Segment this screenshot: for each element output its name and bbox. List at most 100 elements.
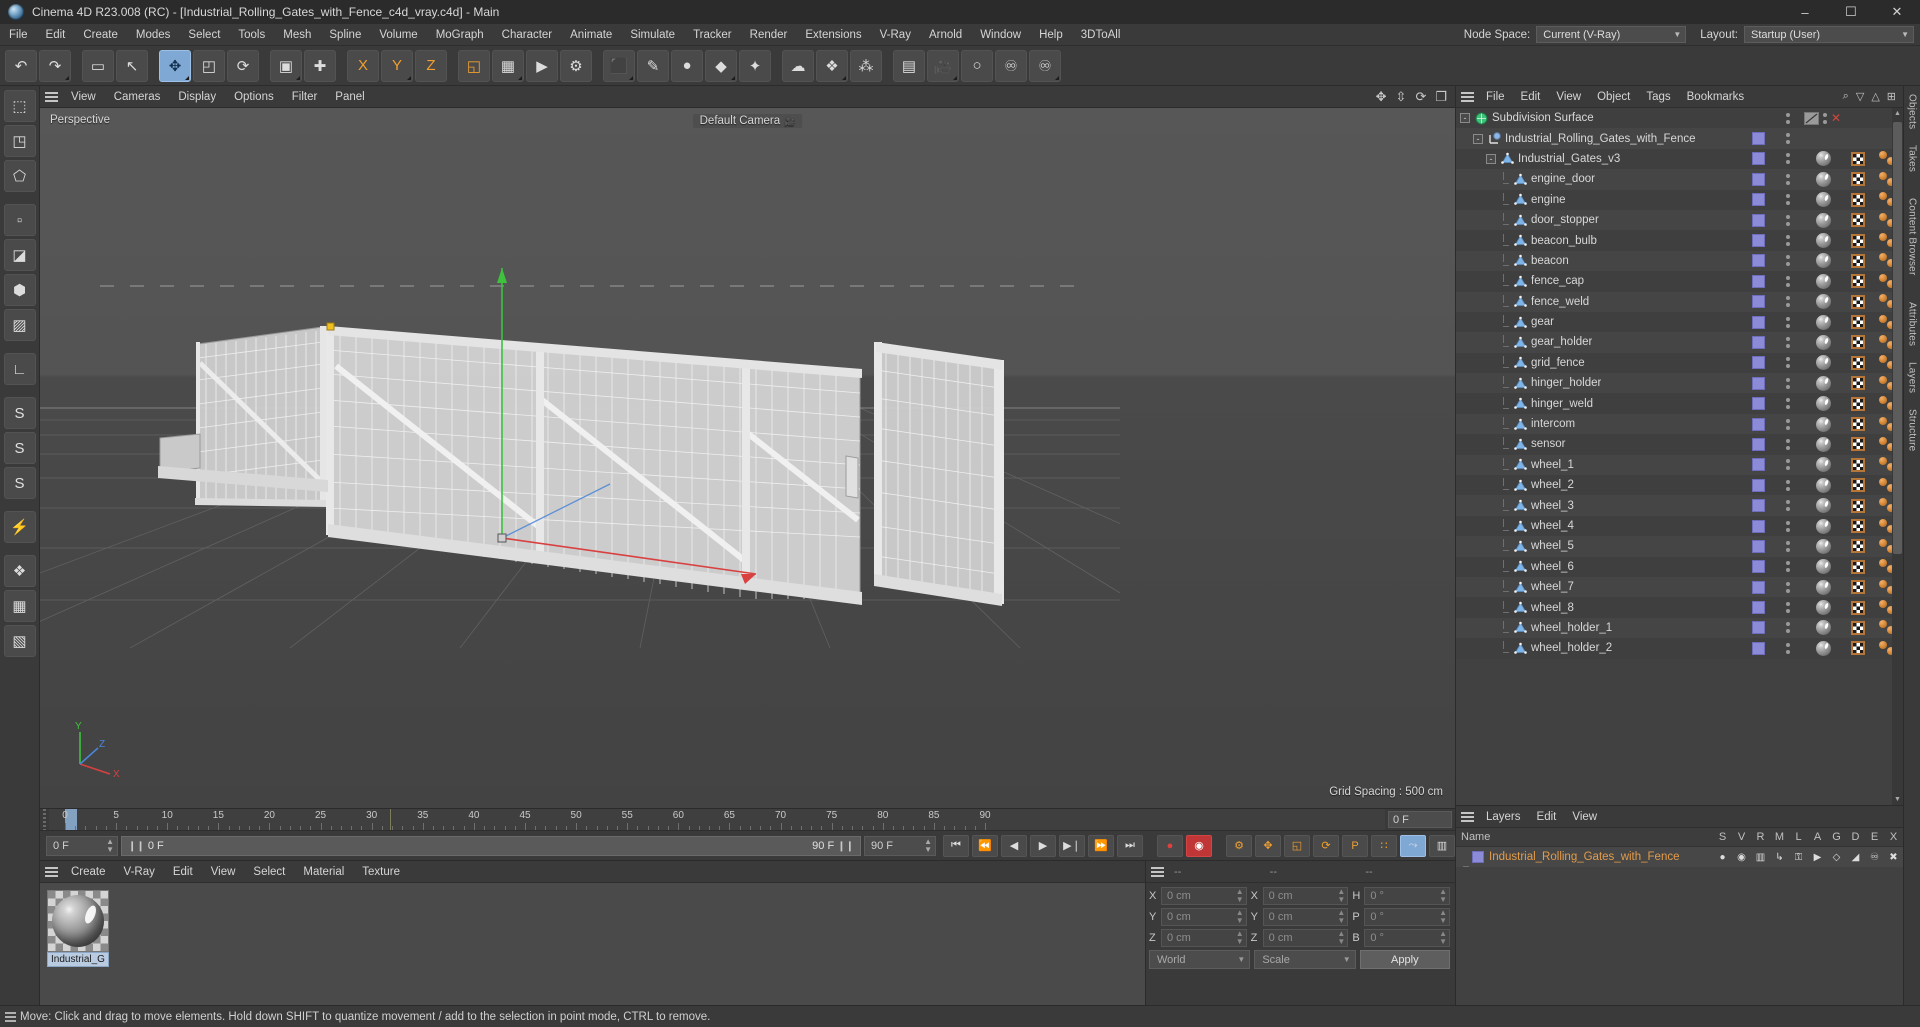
material-tag-icon[interactable] (1815, 579, 1831, 595)
texture-tag-column[interactable] (1843, 396, 1873, 411)
layer-flag-d[interactable]: ◢ (1846, 852, 1865, 863)
stepper-icon[interactable]: ▲ ▼ (1439, 888, 1447, 904)
layer-color-column[interactable] (1743, 376, 1773, 390)
object-menu-tags[interactable]: Tags (1638, 86, 1678, 108)
stepper-icon[interactable]: ▲ ▼ (1236, 909, 1244, 925)
material-tag-column[interactable] (1803, 334, 1843, 350)
object-row[interactable]: wheel_4 (1456, 515, 1903, 537)
layers-menu-icon[interactable] (1456, 806, 1478, 828)
object-toggle-dots[interactable] (1773, 235, 1803, 247)
texture-tag-column[interactable] (1843, 457, 1873, 472)
visibility-dots-icon[interactable] (1786, 173, 1790, 185)
viewport-menu-panel[interactable]: Panel (326, 86, 373, 108)
snap-settings-button[interactable]: S (3, 467, 36, 499)
menu-item-mesh[interactable]: Mesh (274, 24, 320, 46)
layer-color-chip[interactable] (1751, 621, 1765, 635)
visibility-dots-icon[interactable] (1786, 438, 1790, 450)
texture-tag-column[interactable] (1843, 641, 1873, 656)
layer-color-column[interactable] (1743, 335, 1773, 349)
layer-color-column[interactable] (1743, 621, 1773, 635)
polygon-object-icon[interactable] (1513, 295, 1527, 309)
minimize-button[interactable]: – (1782, 0, 1828, 24)
stepper-icon[interactable]: ▲ ▼ (1236, 888, 1244, 904)
visibility-dots-icon[interactable] (1786, 275, 1790, 287)
polygon-object-icon[interactable] (1513, 315, 1527, 329)
model-mode-button[interactable]: ⬚ (3, 90, 36, 122)
record-active-objects-button[interactable]: ● (1157, 834, 1183, 857)
coordinates-field-size-z[interactable]: 0 cm ▲ ▼ (1262, 929, 1349, 947)
layer-flag-m[interactable]: ↳ (1770, 852, 1789, 863)
object-row[interactable]: engine_door (1456, 169, 1903, 190)
object-toggle-dots[interactable] (1773, 377, 1803, 389)
object-toggle-dots[interactable] (1773, 500, 1803, 512)
menu-item-v-ray[interactable]: V-Ray (871, 24, 920, 46)
texture-tag-icon[interactable] (1851, 315, 1865, 330)
object-row[interactable]: gear_holder (1456, 332, 1903, 353)
layer-color-chip[interactable] (1751, 132, 1765, 146)
polygon-object-icon[interactable] (1513, 356, 1527, 370)
layer-color-column[interactable] (1743, 397, 1773, 411)
object-menu-bookmarks[interactable]: Bookmarks (1679, 86, 1753, 108)
dropdown-corner-icon[interactable] (1055, 75, 1059, 80)
layers-menu-layers[interactable]: Layers (1478, 806, 1529, 828)
object-row[interactable]: beacon_bulb (1456, 230, 1903, 251)
dropdown-corner-icon[interactable] (65, 75, 69, 80)
material-tag-icon[interactable] (1815, 375, 1831, 391)
material-tag-column[interactable] (1803, 212, 1843, 228)
texture-tag-column[interactable] (1843, 376, 1873, 391)
layer-color-chip[interactable] (1751, 478, 1765, 492)
object-toggle-dots[interactable] (1773, 479, 1803, 491)
layer-color-chip[interactable] (1751, 315, 1765, 329)
layer-color-column[interactable] (1743, 580, 1773, 594)
object-row[interactable]: - Industrial_Rolling_Gates_with_Fence (1456, 128, 1903, 149)
material-tag-icon[interactable] (1815, 559, 1831, 575)
object-row[interactable]: wheel_holder_2 (1456, 638, 1903, 659)
polygon-object-icon[interactable] (1513, 621, 1527, 635)
layer-flag-l[interactable]: ⚿ (1789, 852, 1808, 863)
object-toggle-dots[interactable] (1773, 581, 1803, 593)
object-row[interactable]: beacon (1456, 250, 1903, 272)
live-selection-button[interactable]: ▭ (82, 49, 114, 82)
layer-color-chip[interactable] (1751, 580, 1765, 594)
viewport-menu-display[interactable]: Display (169, 86, 225, 108)
texture-tag-column[interactable] (1843, 213, 1873, 228)
python-generator-button[interactable]: ♾ (1029, 49, 1061, 82)
layer-color-chip[interactable] (1751, 335, 1765, 349)
dropdown-corner-icon[interactable] (296, 75, 300, 80)
layer-color-column[interactable] (1743, 274, 1773, 288)
menu-item-tools[interactable]: Tools (229, 24, 274, 46)
material-tag-column[interactable] (1803, 233, 1843, 249)
layout-select[interactable]: Startup (User) ▼ (1744, 26, 1914, 43)
animation-mode-button[interactable]: ⤳ (1400, 834, 1426, 857)
camera-grid-button[interactable]: ▤ (893, 49, 925, 82)
object-toggle-dots[interactable] (1773, 133, 1803, 145)
object-toggle-dots[interactable] (1773, 255, 1803, 267)
render-settings-button[interactable]: ⚙ (560, 49, 592, 82)
texture-tag-column[interactable] (1843, 478, 1873, 493)
texture-tag-icon[interactable] (1851, 600, 1865, 615)
layer-color-chip[interactable] (1751, 641, 1765, 655)
layer-color-column[interactable] (1743, 172, 1773, 186)
visibility-dots-icon[interactable] (1786, 235, 1790, 247)
material-tag-icon[interactable] (1815, 212, 1831, 228)
object-toggle-dots[interactable] (1773, 438, 1803, 450)
vertical-tab-objects[interactable]: Objects (1907, 86, 1918, 137)
point-mode-button[interactable]: ▫ (3, 204, 36, 236)
texture-tag-icon[interactable] (1851, 580, 1865, 595)
material-tag-column[interactable] (1803, 396, 1843, 412)
node-space-select[interactable]: Current (V-Ray) ▼ (1536, 26, 1687, 43)
visibility-dots-icon[interactable] (1786, 194, 1790, 206)
material-tag-column[interactable] (1803, 579, 1843, 595)
material-tag-column[interactable] (1803, 559, 1843, 575)
object-toggle-dots[interactable] (1773, 214, 1803, 226)
polygon-object-icon[interactable] (1513, 601, 1527, 615)
coordinates-field-rotation-h[interactable]: 0 ° ▲ ▼ (1364, 887, 1451, 905)
workplane-button[interactable]: ∟ (3, 353, 36, 385)
layer-color-chip[interactable] (1751, 539, 1765, 553)
object-toggle-dots[interactable] (1773, 275, 1803, 287)
object-toggle-dots[interactable] (1773, 296, 1803, 308)
layer-color-column[interactable] (1743, 560, 1773, 574)
polygon-object-icon[interactable] (1513, 560, 1527, 574)
stepper-icon[interactable]: ▲ ▼ (1337, 930, 1345, 946)
viewport-menu-filter[interactable]: Filter (283, 86, 327, 108)
